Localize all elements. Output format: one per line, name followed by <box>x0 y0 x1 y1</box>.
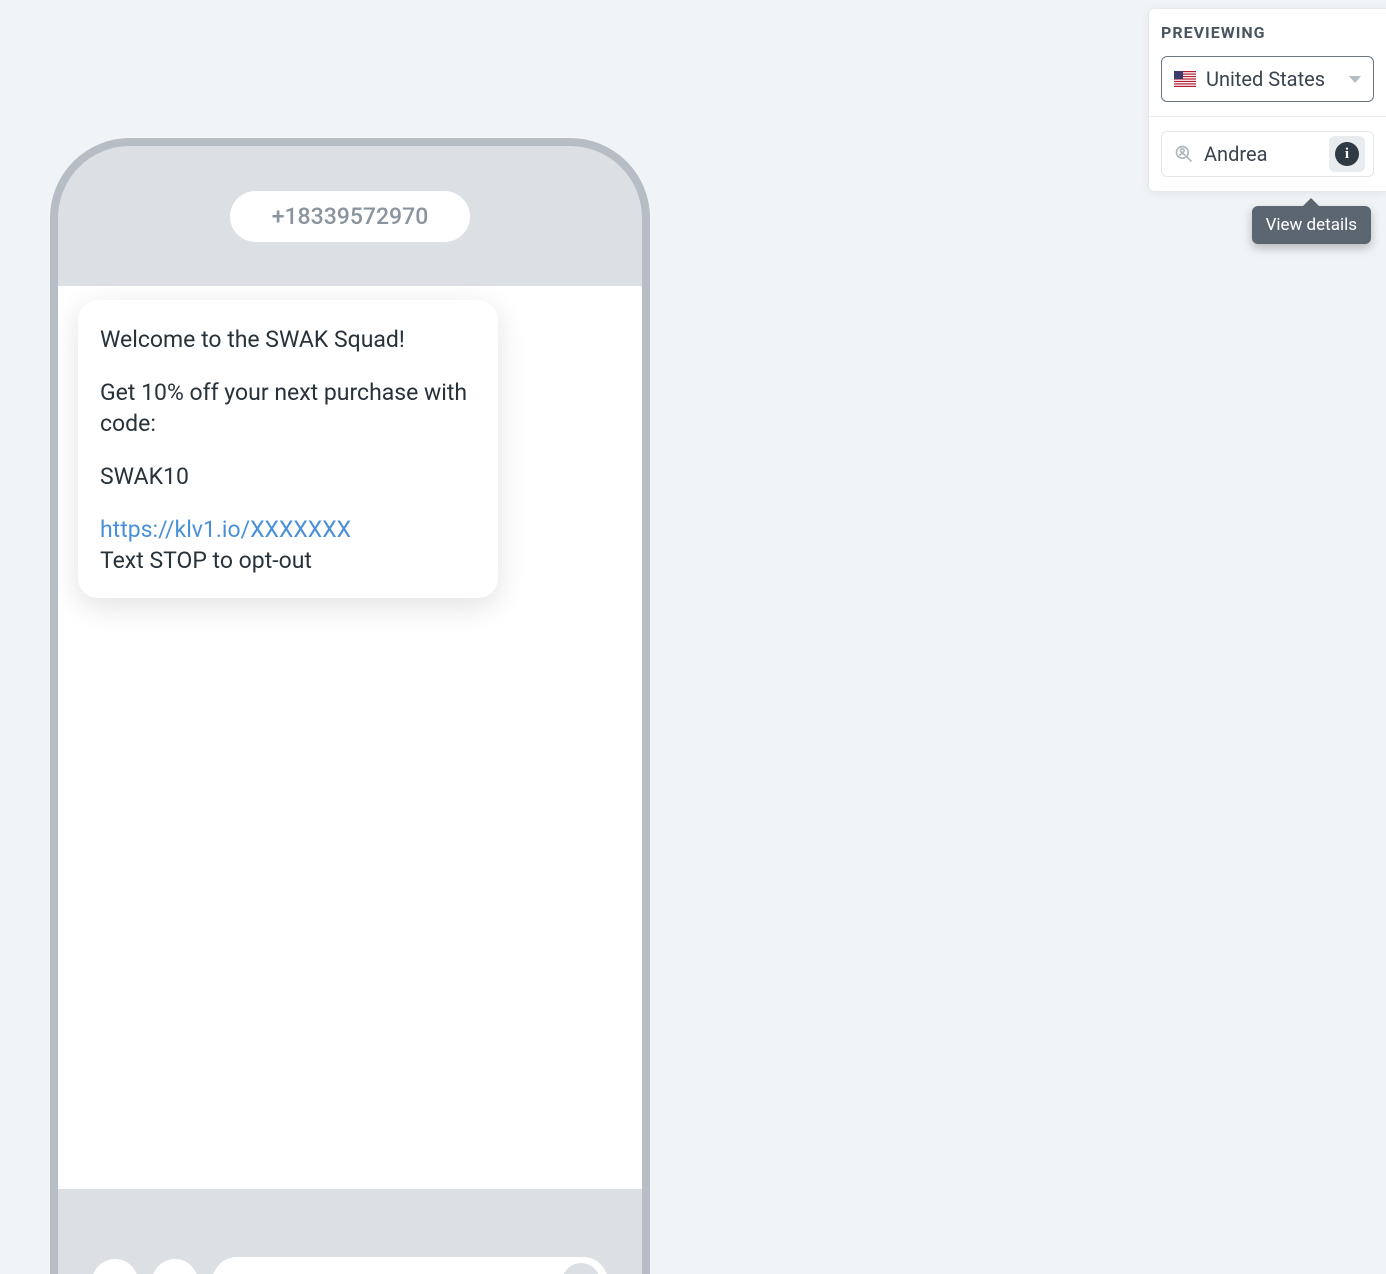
panel-divider <box>1149 116 1386 117</box>
profile-name: Andrea <box>1204 142 1267 166</box>
country-dropdown-label: United States <box>1206 67 1325 91</box>
nav-dot-2 <box>152 1259 198 1274</box>
sms-sender-number: +18339572970 <box>230 191 471 242</box>
profile-selector[interactable]: Andrea i View details <box>1161 131 1374 177</box>
phone-mockup: +18339572970 Welcome to the SWAK Squad! … <box>50 138 650 1274</box>
preview-heading: PREVIEWING <box>1161 23 1374 42</box>
sms-optout: Text STOP to opt-out <box>100 545 476 576</box>
preview-panel: PREVIEWING United States Andrea <box>1148 8 1386 192</box>
sms-line-offer: Get 10% off your next purchase with code… <box>100 377 476 439</box>
view-details-tooltip: View details <box>1252 206 1371 244</box>
sms-line-welcome: Welcome to the SWAK Squad! <box>100 324 476 355</box>
info-icon: i <box>1335 142 1359 166</box>
phone-header: +18339572970 <box>58 146 642 286</box>
nav-input-bar <box>212 1257 608 1274</box>
us-flag-icon <box>1174 71 1196 87</box>
phone-bottom-nav <box>58 1234 642 1274</box>
nav-dot-1 <box>92 1259 138 1274</box>
sms-link[interactable]: https://klv1.io/XXXXXXX <box>100 516 351 543</box>
sms-coupon-code: SWAK10 <box>100 461 476 492</box>
country-dropdown[interactable]: United States <box>1161 56 1374 102</box>
chevron-down-icon <box>1349 76 1361 83</box>
view-details-button[interactable]: i <box>1329 136 1365 172</box>
search-person-icon <box>1174 144 1194 164</box>
phone-body: Welcome to the SWAK Squad! Get 10% off y… <box>58 286 642 1189</box>
sms-message-bubble: Welcome to the SWAK Squad! Get 10% off y… <box>78 300 498 598</box>
